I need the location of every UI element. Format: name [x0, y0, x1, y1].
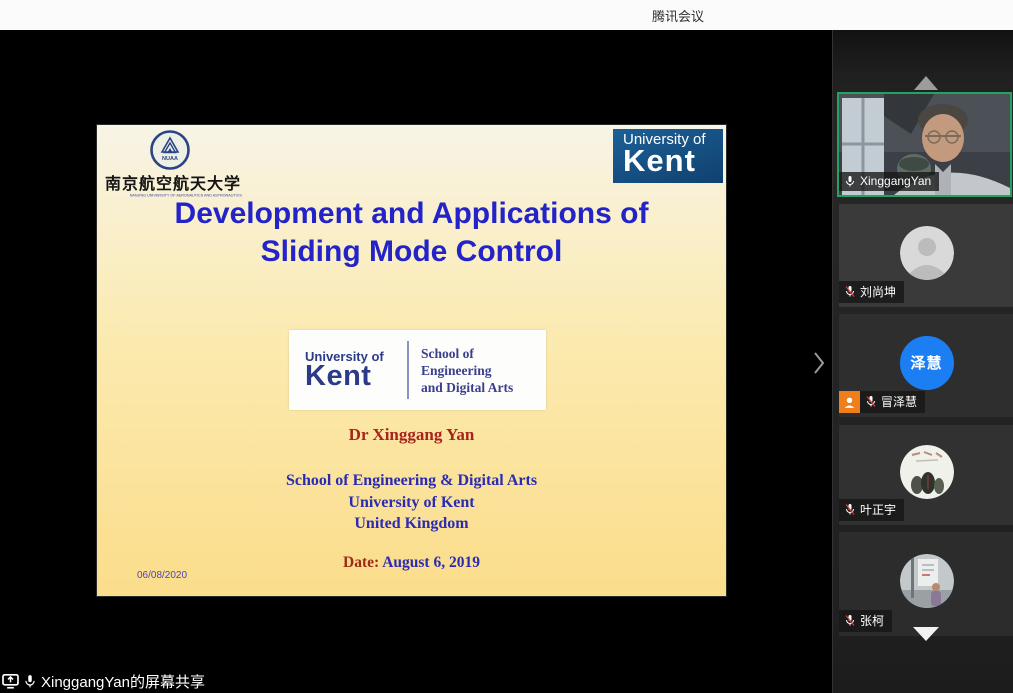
dept-school-line2: Engineering — [421, 362, 513, 379]
participant-label: 刘尚坤 — [839, 281, 904, 303]
microphone-icon — [23, 674, 37, 689]
microphone-muted-icon — [844, 614, 856, 627]
presenter-name: Dr Xinggang Yan — [97, 425, 726, 445]
participant-tile-maozehui[interactable]: 泽慧 冒泽慧 — [839, 314, 1013, 417]
screen-share-icon — [2, 674, 19, 689]
kent-school-logo: University of Kent School of Engineering… — [289, 330, 546, 410]
affiliation-line2: University of Kent — [97, 492, 726, 514]
window-title-bar: 腾讯会议 — [0, 0, 1013, 30]
participant-label: 叶正宇 — [839, 499, 904, 521]
slide-title: Development and Applications of Sliding … — [97, 195, 726, 271]
screen-share-status: XinggangYan的屏幕共享 — [2, 671, 205, 692]
participant-name: 冒泽慧 — [881, 393, 917, 410]
slide-footer-date: 06/08/2020 — [137, 570, 187, 581]
microphone-muted-icon — [865, 395, 877, 408]
nuaa-emblem-icon: NUAA — [150, 130, 190, 170]
avatar-photo — [900, 445, 954, 499]
avatar-initials: 泽慧 — [900, 336, 954, 390]
collapse-sidebar-chevron-icon[interactable] — [812, 350, 826, 376]
kent-logo-line2: Kent — [623, 146, 723, 176]
slide-title-line2: Sliding Mode Control — [97, 233, 726, 271]
participant-label: 张柯 — [839, 610, 892, 632]
participant-name: 张柯 — [860, 612, 884, 629]
participant-tile-liushangkun[interactable]: 刘尚坤 — [839, 204, 1013, 307]
meeting-window: 腾讯会议 NUAA 南京航空航天大学 NANJING UNIVERSITY OF… — [0, 0, 1013, 693]
participant-name: 刘尚坤 — [860, 283, 896, 300]
kent-school-logo-left: University of Kent — [289, 350, 407, 390]
affiliation-block: School of Engineering & Digital Arts Uni… — [97, 470, 726, 535]
avatar-silhouette — [900, 226, 954, 280]
screen-share-label: XinggangYan的屏幕共享 — [41, 671, 205, 692]
participant-label: XinggangYan — [839, 172, 939, 191]
participant-label: 冒泽慧 — [839, 391, 925, 413]
affiliation-line1: School of Engineering & Digital Arts — [97, 470, 726, 492]
microphone-muted-icon — [844, 503, 856, 516]
nuaa-chinese-name: 南京航空航天大学 — [105, 170, 235, 194]
svg-text:NUAA: NUAA — [162, 156, 178, 162]
scroll-up-icon[interactable] — [914, 76, 938, 90]
participants-sidebar: XinggangYan — [832, 30, 1013, 693]
slide-title-line1: Development and Applications of — [97, 195, 726, 233]
presentation-slide: NUAA 南京航空航天大学 NANJING UNIVERSITY OF AERO… — [97, 125, 726, 596]
slide-date: Date: August 6, 2019 — [97, 554, 726, 572]
microphone-muted-icon — [844, 285, 856, 298]
shared-screen-area: NUAA 南京航空航天大学 NANJING UNIVERSITY OF AERO… — [0, 30, 832, 693]
slide-date-label: Date: — [343, 554, 379, 571]
participant-tile-yezhengyu[interactable]: 叶正宇 — [839, 425, 1013, 525]
app-title: 腾讯会议 — [652, 6, 704, 25]
participant-tile-zhangke[interactable]: 张柯 — [839, 532, 1013, 636]
participant-name: 叶正宇 — [860, 501, 896, 518]
dept-uni-line2: Kent — [305, 363, 407, 390]
avatar-photo — [900, 554, 954, 608]
affiliation-line3: United Kingdom — [97, 513, 726, 535]
nuaa-logo: NUAA 南京航空航天大学 NANJING UNIVERSITY OF AERO… — [105, 128, 235, 200]
dept-school-line1: School of — [421, 345, 513, 362]
scroll-down-icon[interactable] — [913, 627, 939, 641]
slide-date-value: August 6, 2019 — [382, 554, 480, 571]
participant-tile-xinggangyan[interactable]: XinggangYan — [837, 92, 1012, 197]
kent-school-logo-right: School of Engineering and Digital Arts — [409, 345, 513, 396]
dept-school-line3: and Digital Arts — [421, 379, 513, 396]
participant-name: XinggangYan — [860, 174, 931, 188]
host-badge-icon — [839, 391, 860, 413]
microphone-icon — [844, 175, 856, 188]
kent-logo: University of Kent — [613, 129, 723, 183]
